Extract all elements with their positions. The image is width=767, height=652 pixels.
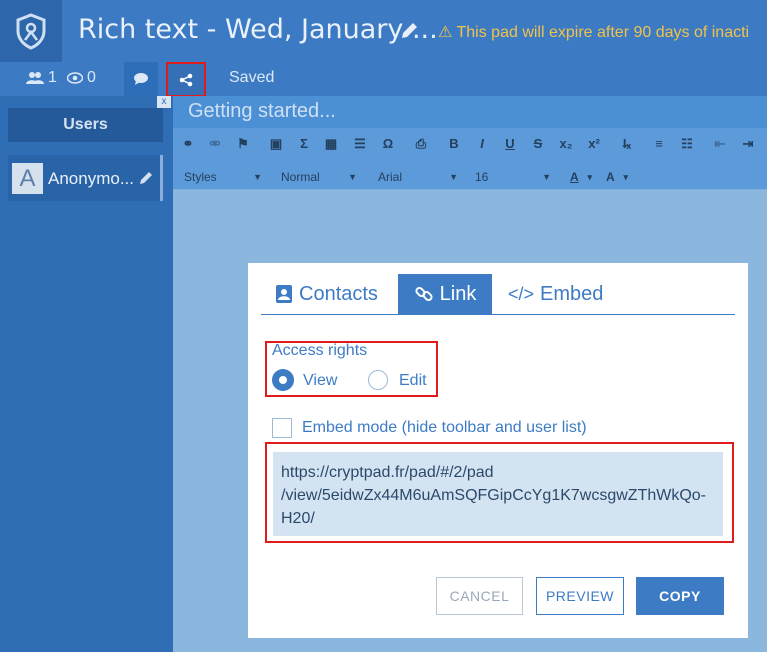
pencil-icon[interactable]	[398, 20, 420, 42]
text-color-button[interactable]: A ▾	[570, 168, 592, 186]
embed-mode-checkbox[interactable]	[272, 418, 292, 438]
chevron-down-icon: ▼	[449, 172, 458, 182]
chevron-down-icon: ▼	[348, 172, 357, 182]
subscript-button[interactable]: x₂	[557, 136, 575, 152]
font-size-dropdown-label: 16	[475, 170, 489, 184]
anchor-flag-icon[interactable]: ⚑	[235, 136, 251, 152]
expiry-warning: ⚠ This pad will expire after 90 days of …	[438, 22, 749, 42]
close-sidebar-icon[interactable]: x	[157, 96, 171, 108]
users-icon	[26, 72, 44, 84]
users-header: Users	[8, 108, 163, 142]
special-char-icon[interactable]: Ω	[380, 136, 396, 152]
font-dropdown[interactable]: Arial ▼	[378, 168, 458, 186]
viewers-count-value: 0	[87, 69, 96, 86]
styles-dropdown[interactable]: Styles ▼	[184, 168, 262, 186]
save-status: Saved	[229, 69, 275, 86]
chat-button[interactable]	[124, 62, 158, 96]
tab-divider	[261, 314, 735, 315]
share-link-line: H20/	[281, 510, 315, 527]
indent-icon[interactable]: ⇥	[740, 136, 756, 152]
link-icon	[415, 286, 433, 302]
background-color-label: A	[606, 170, 615, 184]
unlink-icon[interactable]: ⚮	[207, 136, 223, 152]
eye-icon	[67, 72, 83, 84]
view-radio-label[interactable]: View	[303, 372, 337, 390]
strikethrough-button[interactable]: S	[530, 136, 546, 152]
contacts-icon	[276, 285, 292, 303]
chevron-down-icon: ▾	[623, 172, 628, 182]
horizontal-line-icon[interactable]: ☰	[352, 136, 368, 152]
font-size-dropdown[interactable]: 16 ▼	[475, 168, 551, 186]
text-color-label: A	[570, 170, 579, 184]
code-icon: </>	[508, 283, 535, 304]
secondary-toolbar	[0, 62, 767, 96]
expiry-warning-text: This pad will expire after 90 days of in…	[456, 24, 750, 41]
chevron-down-icon: ▾	[587, 172, 592, 182]
tab-contacts[interactable]: Contacts	[275, 274, 378, 314]
users-count[interactable]: 1	[26, 69, 57, 87]
italic-button[interactable]: I	[474, 136, 490, 152]
copy-button[interactable]: COPY	[636, 577, 724, 615]
print-icon[interactable]: ⎙	[413, 136, 429, 152]
bold-button[interactable]: B	[446, 136, 462, 152]
radio-selected-dot	[279, 376, 287, 384]
chat-icon	[134, 73, 148, 85]
user-name: Anonymo...	[48, 169, 134, 188]
tab-contacts-label: Contacts	[299, 282, 378, 305]
tab-link-label: Link	[439, 282, 477, 305]
share-icon	[179, 73, 193, 86]
image-icon[interactable]: ▣	[268, 136, 284, 152]
share-button[interactable]	[166, 62, 206, 97]
access-rights-label: Access rights	[272, 342, 368, 359]
format-dropdown[interactable]: Normal ▼	[281, 168, 357, 186]
pad-title: Getting started...	[188, 100, 336, 122]
chevron-down-icon: ▼	[253, 172, 262, 182]
link-icon[interactable]: ⚭	[180, 136, 196, 152]
users-count-value: 1	[48, 69, 57, 86]
tab-embed[interactable]: </> Embed	[508, 274, 603, 314]
tab-embed-label: Embed	[540, 282, 604, 305]
superscript-button[interactable]: x²	[585, 136, 603, 152]
cancel-button[interactable]: CANCEL	[436, 577, 523, 615]
preview-button[interactable]: PREVIEW	[536, 577, 624, 615]
share-link-line: https://cryptpad.fr/pad/#/2/pad	[281, 464, 494, 481]
font-dropdown-label: Arial	[378, 170, 403, 184]
viewers-count[interactable]: 0	[67, 69, 96, 87]
warning-icon: ⚠	[438, 24, 457, 41]
avatar: A	[12, 163, 43, 194]
format-dropdown-label: Normal	[281, 170, 320, 184]
table-icon[interactable]: ▦	[323, 136, 339, 152]
editor-toolbar	[173, 128, 767, 190]
styles-dropdown-label: Styles	[184, 170, 217, 184]
tab-link[interactable]: Link	[398, 274, 492, 314]
edit-radio-label[interactable]: Edit	[399, 372, 427, 390]
cryptpad-logo[interactable]	[0, 0, 62, 62]
edit-radio[interactable]	[368, 370, 388, 390]
chevron-down-icon: ▼	[542, 172, 551, 182]
formula-icon[interactable]: Σ	[296, 136, 312, 152]
view-radio[interactable]	[272, 369, 294, 391]
share-link-line: /view/5eidwZx44M6uAmSQFGipCcYg1K7wcsgwZT…	[281, 487, 707, 504]
shield-logo-icon	[16, 13, 46, 50]
underline-button[interactable]: U	[502, 136, 518, 152]
outdent-icon[interactable]: ⇤	[712, 136, 728, 152]
bulleted-list-icon[interactable]: ☷	[679, 136, 695, 152]
numbered-list-icon[interactable]: ≡	[651, 136, 667, 152]
share-link-field[interactable]: https://cryptpad.fr/pad/#/2/pad /view/5e…	[273, 452, 723, 536]
remove-format-icon[interactable]: I̶ₓ	[618, 136, 636, 152]
edit-name-pencil-icon[interactable]	[138, 170, 154, 186]
embed-mode-label[interactable]: Embed mode (hide toolbar and user list)	[302, 419, 587, 437]
document-title[interactable]: Rich text - Wed, January ...	[78, 14, 438, 45]
background-color-button[interactable]: A ▾	[606, 168, 628, 186]
